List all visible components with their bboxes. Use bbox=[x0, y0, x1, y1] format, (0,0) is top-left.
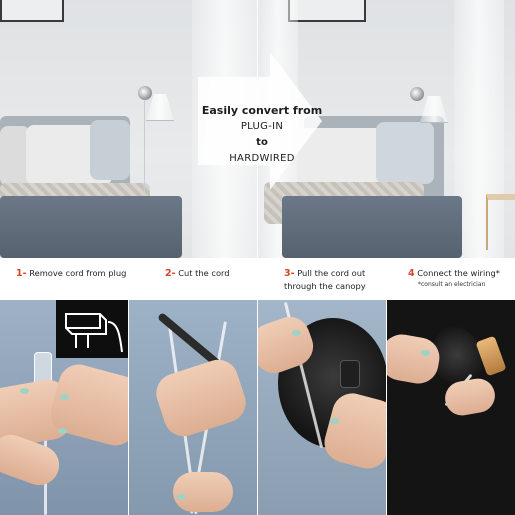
instruction-photos bbox=[0, 300, 515, 515]
step-number: 3- bbox=[284, 268, 295, 279]
step-label: Pull the cord out through the canopy bbox=[284, 268, 366, 291]
step-note: *consult an electrician bbox=[418, 281, 486, 288]
hand bbox=[151, 354, 251, 442]
glass-shade bbox=[420, 96, 448, 123]
nightstand bbox=[486, 194, 515, 250]
socket bbox=[340, 360, 360, 388]
fingernail bbox=[177, 494, 186, 500]
pillow bbox=[90, 120, 130, 180]
step-number: 1- bbox=[16, 268, 27, 279]
power-cord bbox=[144, 100, 145, 192]
step-3: 3- Pull the cord out through the canopy bbox=[284, 267, 374, 292]
bed bbox=[0, 196, 182, 258]
photo-connect-wiring bbox=[387, 300, 515, 515]
step-captions: 1- Remove cord from plug 2- Cut the cord… bbox=[0, 258, 515, 300]
hand bbox=[173, 472, 233, 512]
callout-hardwired: HARDWIRED bbox=[229, 153, 295, 164]
wall-frame bbox=[288, 0, 366, 22]
callout-heading: Easily convert from bbox=[201, 104, 323, 117]
before-after-banner: Easily convert from PLUG-IN to HARDWIRED bbox=[0, 0, 515, 258]
callout-to: to bbox=[256, 137, 268, 148]
glass-shade bbox=[146, 94, 174, 121]
pillow bbox=[376, 122, 434, 184]
fingernail bbox=[58, 428, 67, 434]
step-label: Connect the wiring* bbox=[417, 268, 500, 278]
step-4: 4 Connect the wiring* *consult an electr… bbox=[408, 267, 512, 289]
bed bbox=[282, 196, 462, 258]
step-1: 1- Remove cord from plug bbox=[16, 267, 126, 280]
step-label: Cut the cord bbox=[178, 268, 230, 278]
sconce-mount bbox=[410, 87, 424, 101]
wall-frame bbox=[0, 0, 64, 22]
photo-cut-cord bbox=[129, 300, 257, 515]
step-number: 4 bbox=[408, 268, 415, 279]
step-label: Remove cord from plug bbox=[29, 268, 127, 278]
callout-plug-in: PLUG-IN bbox=[240, 121, 284, 132]
sconce-mount bbox=[138, 86, 152, 100]
step-number: 2- bbox=[165, 268, 176, 279]
fingernail bbox=[330, 418, 339, 424]
photo-pull-cord bbox=[258, 300, 386, 515]
fingernail bbox=[60, 394, 69, 400]
photo-remove-cord bbox=[0, 300, 128, 515]
fingernail bbox=[292, 330, 301, 336]
plug-icon bbox=[56, 300, 128, 358]
fingernail bbox=[421, 350, 430, 356]
step-2: 2- Cut the cord bbox=[165, 267, 230, 280]
fingernail bbox=[20, 388, 29, 394]
